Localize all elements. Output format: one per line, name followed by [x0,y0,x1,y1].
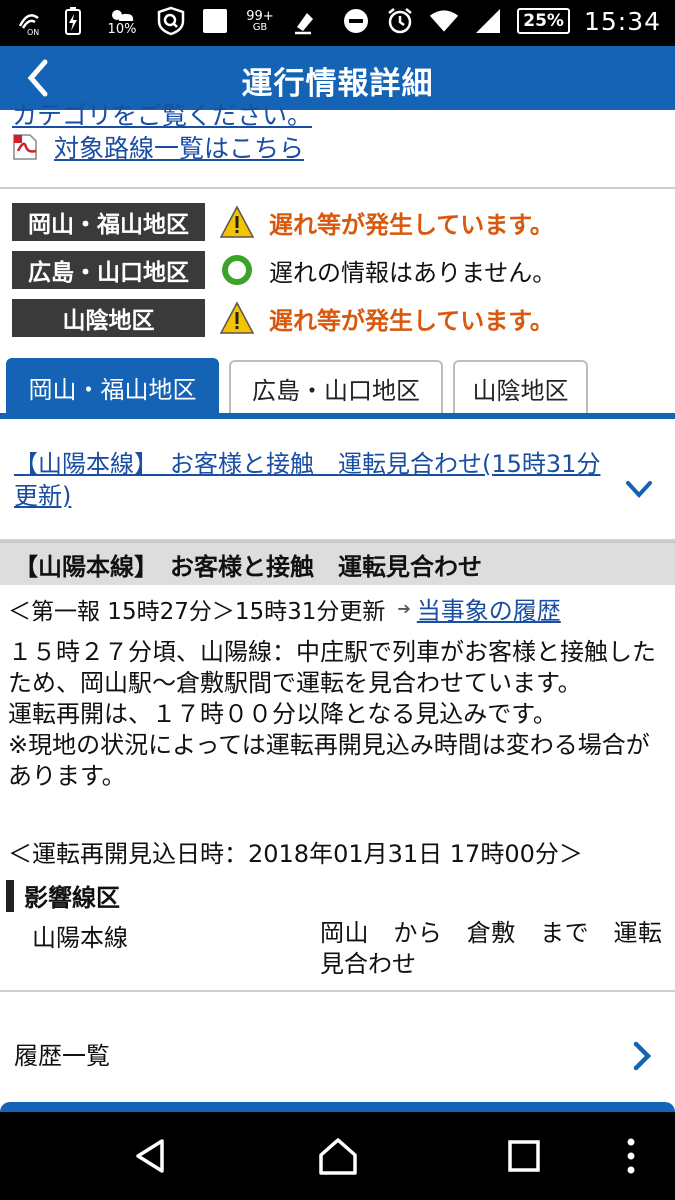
recents-icon [508,1140,540,1172]
update-time-text: ＜第一報 15時27分＞15時31分更新 [8,598,386,625]
incident-heading: 【山陽本線】 お客様と接触 運転見合わせ [0,541,675,585]
tabs-underline [0,413,675,419]
history-list-item[interactable]: 履歴一覧 [14,1036,110,1071]
resume-estimate: ＜運転再開見込日時：2018年01月31日 17時00分＞ [8,840,583,868]
region-label: 岡山・福山地区 [12,203,205,241]
pdf-link-row[interactable]: 対象路線一覧はこちら [12,129,304,165]
region-tabs: 岡山・福山地区 広島・山口地区 山陰地区 [0,356,675,420]
affected-line-name: 山陽本線 [32,924,128,952]
triangle-back-icon [136,1139,164,1173]
wifi-icon [429,6,459,36]
tab-sanin[interactable]: 山陰地区 [453,360,588,415]
heading-bar [6,879,14,912]
tab-hiroshima-yamaguchi[interactable]: 広島・山口地区 [229,360,443,415]
nav-recents-button[interactable] [502,1134,546,1178]
home-icon [319,1138,357,1175]
chevron-down-icon[interactable] [624,474,654,504]
square-icon [200,6,230,36]
chevron-right-icon[interactable] [628,1040,656,1072]
incident-link[interactable]: 【山陽本線】 お客様と接触 運転見合わせ(15時31分更新) [14,448,620,512]
arrow-right-icon: ➔ [397,599,411,618]
share-icon [290,6,320,36]
pdf-icon [13,134,37,160]
divider [0,990,675,992]
region-status-row: 広島・山口地区 遅れの情報はありません。 [12,251,556,289]
nav-menu-button[interactable] [616,1134,646,1178]
battery-icon: 25% [517,8,570,34]
more-vert-icon [627,1138,635,1174]
alarm-icon [385,6,415,36]
tab-okayama-fukuyama[interactable]: 岡山・福山地区 [6,358,219,415]
category-link-partial[interactable]: カテゴリをご覧ください。 [12,96,312,132]
region-status-row: 山陰地区 遅れ等が発生しています。 [12,299,554,337]
description-paragraph: 運転再開は、１７時００分以降となる見込みです。 [8,700,557,728]
system-nav-bar [0,1112,675,1200]
affected-section-heading: 影響線区 [6,878,120,913]
nfc-icon: ON [14,6,44,36]
affected-line-detail: 岡山 から 倉敷 まで 運転見合わせ [320,919,662,978]
nav-home-button[interactable] [316,1134,360,1178]
history-link[interactable]: 当事象の履歴 [417,591,561,626]
region-label: 山陰地区 [12,299,205,337]
data-usage-icon: 99+ GB [246,8,274,33]
nav-back-button[interactable] [128,1134,172,1178]
region-status-text: 遅れの情報はありません。 [269,258,557,287]
description-paragraph: ※現地の状況によっては運転再開見込み時間は変わる場合があります。 [8,731,650,790]
region-status-text: 遅れ等が発生しています。 [269,210,554,239]
divider [0,187,675,189]
region-label: 広島・山口地区 [12,251,205,289]
update-info: ＜第一報 15時27分＞15時31分更新 ➔ 当事象の履歴 [8,591,561,626]
weather-icon: 10% [102,6,142,36]
ok-circle-icon [219,252,255,288]
status-bar: ON 10% 99+ GB 25% 15:34 [0,0,675,46]
warning-icon [219,204,255,240]
dnd-icon [341,6,371,36]
region-status-text: 遅れ等が発生しています。 [269,306,554,335]
incident-description: １５時２７分頃、山陽線：中庄駅で列車がお客様と接触したため、岡山駅～倉敷駅間で運… [8,637,668,792]
warning-icon [219,300,255,336]
battery-charging-icon [58,6,88,36]
clock: 15:34 [583,6,661,36]
description-paragraph: １５時２７分頃、山陽線：中庄駅で列車がお客様と接触したため、岡山駅～倉敷駅間で運… [8,638,656,697]
svg-text:ON: ON [27,28,39,36]
signal-icon [473,6,503,36]
pdf-link-label[interactable]: 対象路線一覧はこちら [54,129,304,165]
region-status-row: 岡山・福山地区 遅れ等が発生しています。 [12,203,554,241]
affected-heading-label: 影響線区 [24,884,120,912]
shield-icon [156,6,186,36]
